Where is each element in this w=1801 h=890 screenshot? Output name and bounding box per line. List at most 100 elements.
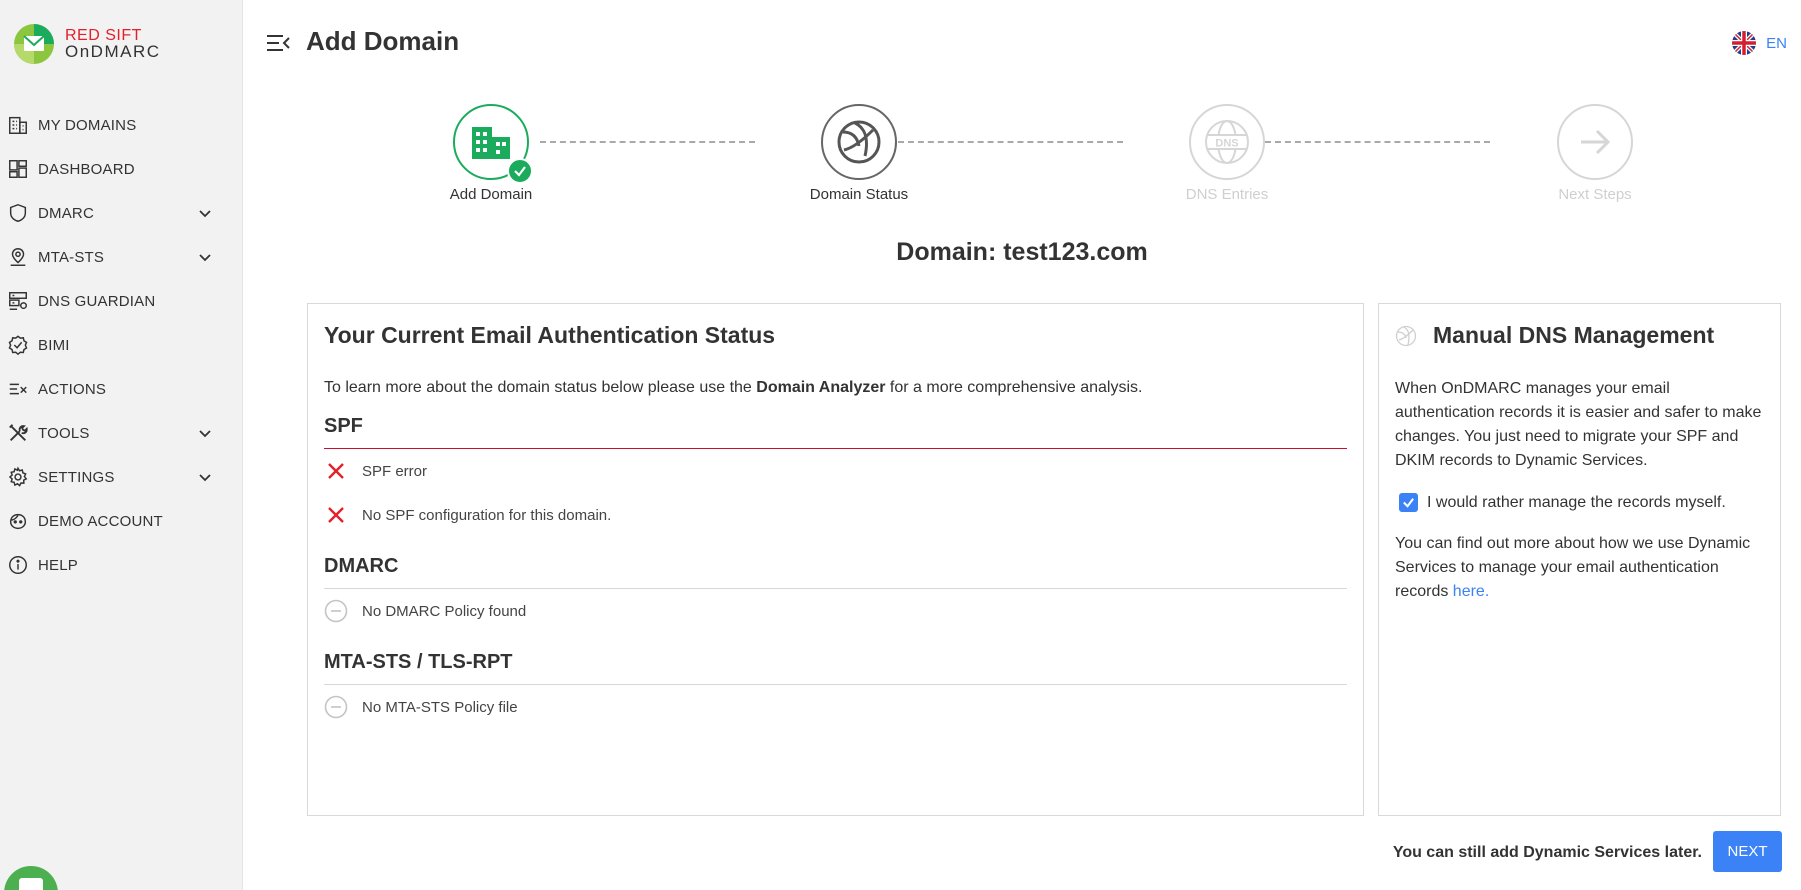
domain-analyzer-link[interactable]: Domain Analyzer bbox=[756, 379, 885, 396]
step-label: Domain Status bbox=[809, 186, 909, 203]
check-text: No MTA-STS Policy file bbox=[362, 698, 518, 716]
dns-more-info-text: You can find out more about how we use D… bbox=[1395, 535, 1751, 600]
step-connector bbox=[1265, 141, 1490, 143]
sidebar-item-settings[interactable]: SETTINGS bbox=[0, 455, 225, 499]
check-row: SPF error bbox=[324, 449, 1347, 493]
check-icon bbox=[507, 158, 533, 184]
gear-icon bbox=[6, 465, 30, 489]
badge-check-icon bbox=[6, 333, 30, 357]
chat-icon bbox=[19, 878, 43, 890]
sidebar-item-label: DMARC bbox=[38, 204, 94, 222]
chevron-down-icon bbox=[199, 474, 211, 482]
dns-description: When OnDMARC manages your email authenti… bbox=[1395, 380, 1762, 469]
step-circle bbox=[821, 104, 897, 180]
spf-section: SPF SPF error No SPF configuration for t… bbox=[324, 415, 1347, 537]
logo[interactable]: RED SIFT OnDMARC bbox=[13, 22, 161, 66]
sidebar-item-my-domains[interactable]: MY DOMAINS bbox=[0, 103, 225, 147]
step-next-steps: Next Steps bbox=[1535, 104, 1655, 203]
card-title: Your Current Email Authentication Status bbox=[324, 322, 776, 348]
dashboard-icon bbox=[6, 157, 30, 181]
sidebar-item-label: MTA-STS bbox=[38, 248, 105, 266]
dns-more-info: You can find out more about how we use D… bbox=[1395, 532, 1764, 604]
sidebar-item-dmarc[interactable]: DMARC bbox=[0, 191, 225, 235]
intro-text-part: To learn more about the domain status be… bbox=[324, 379, 757, 396]
collapse-menu-icon[interactable] bbox=[265, 31, 291, 55]
check-row: No MTA-STS Policy file bbox=[324, 685, 1347, 729]
check-text: No SPF configuration for this domain. bbox=[362, 506, 612, 524]
step-domain-status[interactable]: Domain Status bbox=[799, 104, 919, 203]
list-check-icon bbox=[6, 377, 30, 401]
language-selector[interactable]: EN bbox=[1732, 31, 1787, 55]
sidebar-item-label: DASHBOARD bbox=[38, 160, 135, 178]
sidebar-item-label: TOOLS bbox=[38, 424, 90, 442]
sidebar-item-dashboard[interactable]: DASHBOARD bbox=[0, 147, 225, 191]
section-title: SPF bbox=[324, 415, 1347, 449]
mta-sts-section: MTA-STS / TLS-RPT No MTA-STS Policy file bbox=[324, 651, 1347, 729]
dns-globe-icon: DNS bbox=[1205, 120, 1249, 164]
email-auth-status-card: Your Current Email Authentication Status… bbox=[307, 303, 1364, 816]
minus-circle-icon bbox=[324, 599, 348, 623]
check-text: SPF error bbox=[362, 462, 428, 480]
sidebar-item-label: ACTIONS bbox=[38, 380, 107, 398]
sidebar-nav: MY DOMAINS DASHBOARD DMARC MTA-STS DNS G… bbox=[0, 103, 225, 587]
intro-text-part: for a more comprehensive analysis. bbox=[885, 379, 1143, 396]
domain-heading: Domain: test123.com bbox=[896, 238, 1148, 266]
sidebar-item-tools[interactable]: TOOLS bbox=[0, 411, 225, 455]
logo-mark-icon bbox=[14, 24, 54, 64]
checkbox-checked-icon[interactable] bbox=[1399, 493, 1418, 512]
progress-stepper: Add Domain Domain Status DNS DNS Entries bbox=[435, 104, 1635, 204]
manage-records-checkbox[interactable]: I would rather manage the records myself… bbox=[1395, 493, 1764, 512]
chevron-down-icon bbox=[199, 254, 211, 262]
page-title: Add Domain bbox=[306, 26, 460, 56]
sidebar-item-mta-sts[interactable]: MTA-STS bbox=[0, 235, 225, 279]
server-icon bbox=[6, 289, 30, 313]
step-add-domain[interactable]: Add Domain bbox=[431, 104, 551, 203]
manual-dns-card: Manual DNS Management When OnDMARC manag… bbox=[1378, 303, 1781, 816]
next-button[interactable]: NEXT bbox=[1713, 831, 1782, 872]
globe-icon bbox=[837, 120, 881, 164]
footer-note: You can still add Dynamic Services later… bbox=[1392, 844, 1702, 861]
uk-flag-icon bbox=[1732, 31, 1757, 55]
svg-text:DNS: DNS bbox=[1215, 138, 1238, 150]
chevron-down-icon bbox=[199, 210, 211, 218]
face-icon bbox=[6, 509, 30, 533]
info-icon bbox=[6, 553, 30, 577]
sidebar-item-label: HELP bbox=[38, 556, 78, 574]
sidebar-item-actions[interactable]: ACTIONS bbox=[0, 367, 225, 411]
building-icon bbox=[6, 113, 30, 137]
sidebar-item-demo-account[interactable]: DEMO ACCOUNT bbox=[0, 499, 225, 543]
card-title: Manual DNS Management bbox=[1433, 322, 1715, 348]
checkbox-label: I would rather manage the records myself… bbox=[1427, 493, 1726, 511]
logo-product: OnDMARC bbox=[65, 42, 161, 61]
sidebar-item-help[interactable]: HELP bbox=[0, 543, 225, 587]
sidebar-item-dns-guardian[interactable]: DNS GUARDIAN bbox=[0, 279, 225, 323]
arrow-right-icon bbox=[1581, 129, 1611, 155]
tools-icon bbox=[6, 421, 30, 445]
dmarc-section: DMARC No DMARC Policy found bbox=[324, 555, 1347, 633]
here-link[interactable]: here. bbox=[1453, 583, 1489, 600]
sidebar-item-label: SETTINGS bbox=[38, 468, 115, 486]
step-label: Add Domain bbox=[449, 186, 533, 203]
check-row: No SPF configuration for this domain. bbox=[324, 493, 1347, 537]
sidebar-item-bimi[interactable]: BIMI bbox=[0, 323, 225, 367]
step-connector bbox=[540, 141, 755, 143]
header: Add Domain EN bbox=[243, 0, 1801, 84]
sidebar-item-label: MY DOMAINS bbox=[38, 116, 137, 134]
section-title: MTA-STS / TLS-RPT bbox=[324, 651, 1347, 685]
dns-card-header: Manual DNS Management bbox=[1395, 322, 1764, 349]
step-circle bbox=[1557, 104, 1633, 180]
sidebar: RED SIFT OnDMARC MY DOMAINS DASHBOARD DM… bbox=[0, 0, 243, 890]
check-text: No DMARC Policy found bbox=[362, 602, 527, 620]
shield-icon bbox=[6, 201, 30, 225]
sidebar-item-label: BIMI bbox=[38, 336, 70, 354]
sidebar-item-label: DEMO ACCOUNT bbox=[38, 512, 163, 530]
step-connector bbox=[898, 141, 1123, 143]
error-x-icon bbox=[324, 459, 348, 483]
error-x-icon bbox=[324, 503, 348, 527]
step-dns-entries: DNS DNS Entries bbox=[1167, 104, 1287, 203]
location-icon bbox=[6, 245, 30, 269]
globe-icon bbox=[1395, 325, 1417, 346]
section-title: DMARC bbox=[324, 555, 1347, 589]
intro-text: To learn more about the domain status be… bbox=[324, 379, 1347, 397]
chat-launcher-button[interactable] bbox=[4, 866, 58, 890]
